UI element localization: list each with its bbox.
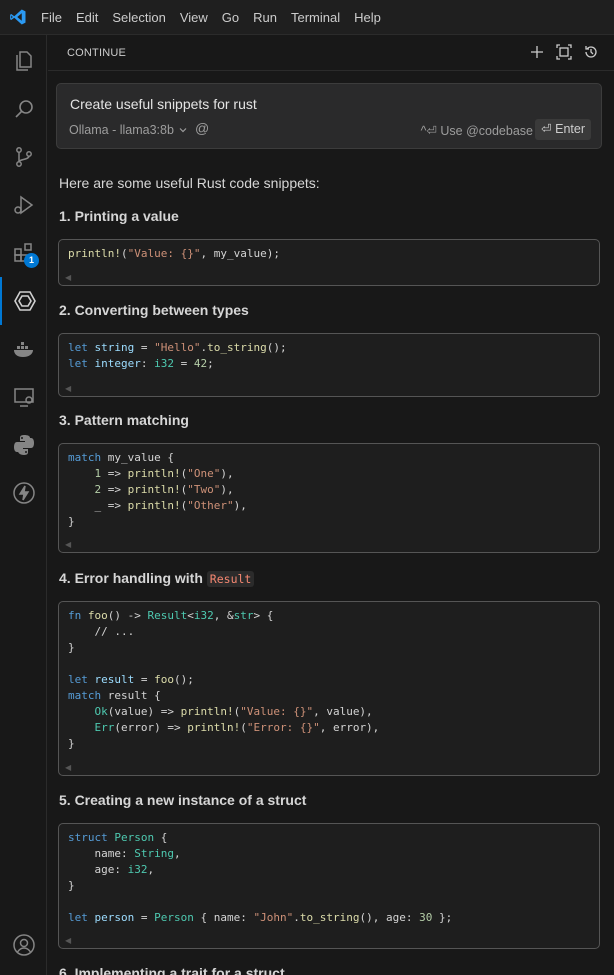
section-title: 4. Error handling with [59, 570, 207, 586]
section-heading: 4. Error handling with Result [59, 570, 255, 587]
extensions-badge: 1 [24, 253, 39, 268]
chat-input-box[interactable]: Create useful snippets for rust Ollama -… [56, 83, 602, 149]
section-heading: 5. Creating a new instance of a struct [59, 792, 307, 808]
vscode-logo-icon [2, 0, 34, 35]
source-control-icon[interactable] [0, 133, 47, 181]
run-debug-icon[interactable] [0, 181, 47, 229]
header-actions [528, 43, 600, 61]
section-heading: 6. Implementing a trait for a struct [59, 965, 285, 975]
continue-icon[interactable] [0, 277, 47, 325]
code-block[interactable]: struct Person { name: String, age: i32, … [58, 823, 600, 949]
model-selector[interactable]: Ollama - llama3:8b [69, 123, 188, 137]
thunder-icon[interactable] [0, 469, 47, 517]
menu-edit[interactable]: Edit [69, 0, 105, 35]
inline-code: Result [206, 571, 255, 587]
code-block[interactable]: match my_value { 1 => println!("One"), 2… [58, 443, 600, 553]
fullscreen-icon[interactable] [555, 43, 573, 61]
python-icon[interactable] [0, 421, 47, 469]
menu-go[interactable]: Go [215, 0, 246, 35]
account-icon[interactable] [0, 921, 47, 969]
enter-button[interactable]: ⏎ Enter [535, 119, 591, 140]
code-block[interactable]: fn foo() -> Result<i32, &str> { // ... }… [58, 601, 600, 776]
explorer-icon[interactable] [0, 37, 47, 85]
model-name: Ollama - llama3:8b [69, 123, 174, 137]
menu-view[interactable]: View [173, 0, 215, 35]
code-block[interactable]: let string = "Hello".to_string(); let in… [58, 333, 600, 397]
scroll-left-icon[interactable]: ◀ [65, 936, 71, 945]
section-heading: 3. Pattern matching [59, 412, 189, 428]
scroll-left-icon[interactable]: ◀ [65, 540, 71, 549]
menu-terminal[interactable]: Terminal [284, 0, 347, 35]
menu-bar: File Edit Selection View Go Run Terminal… [0, 0, 614, 35]
continue-panel: CONTINUE Create useful snippets for rust… [48, 35, 614, 975]
menu-selection[interactable]: Selection [105, 0, 172, 35]
scroll-left-icon[interactable]: ◀ [65, 763, 71, 772]
menu-help[interactable]: Help [347, 0, 388, 35]
scroll-left-icon[interactable]: ◀ [65, 273, 71, 282]
section-heading: 2. Converting between types [59, 302, 249, 318]
extensions-icon[interactable]: 1 [0, 229, 47, 277]
prompt-text[interactable]: Create useful snippets for rust [70, 96, 257, 112]
code-block[interactable]: println!("Value: {}", my_value); ◀ [58, 239, 600, 286]
response-intro: Here are some useful Rust code snippets: [59, 175, 320, 191]
remote-explorer-icon[interactable] [0, 373, 47, 421]
codebase-hint[interactable]: ^⏎ Use @codebase [421, 123, 533, 138]
search-icon[interactable] [0, 85, 47, 133]
at-mention-button[interactable]: @ [195, 120, 209, 136]
menu-run[interactable]: Run [246, 0, 284, 35]
chevron-down-icon [179, 128, 187, 133]
panel-title: CONTINUE [67, 46, 127, 59]
menu-file[interactable]: File [34, 0, 69, 35]
history-icon[interactable] [582, 43, 600, 61]
section-heading: 1. Printing a value [59, 208, 179, 224]
scroll-left-icon[interactable]: ◀ [65, 384, 71, 393]
new-session-icon[interactable] [528, 43, 546, 61]
activity-bar: 1 [0, 35, 47, 975]
docker-icon[interactable] [0, 325, 47, 373]
